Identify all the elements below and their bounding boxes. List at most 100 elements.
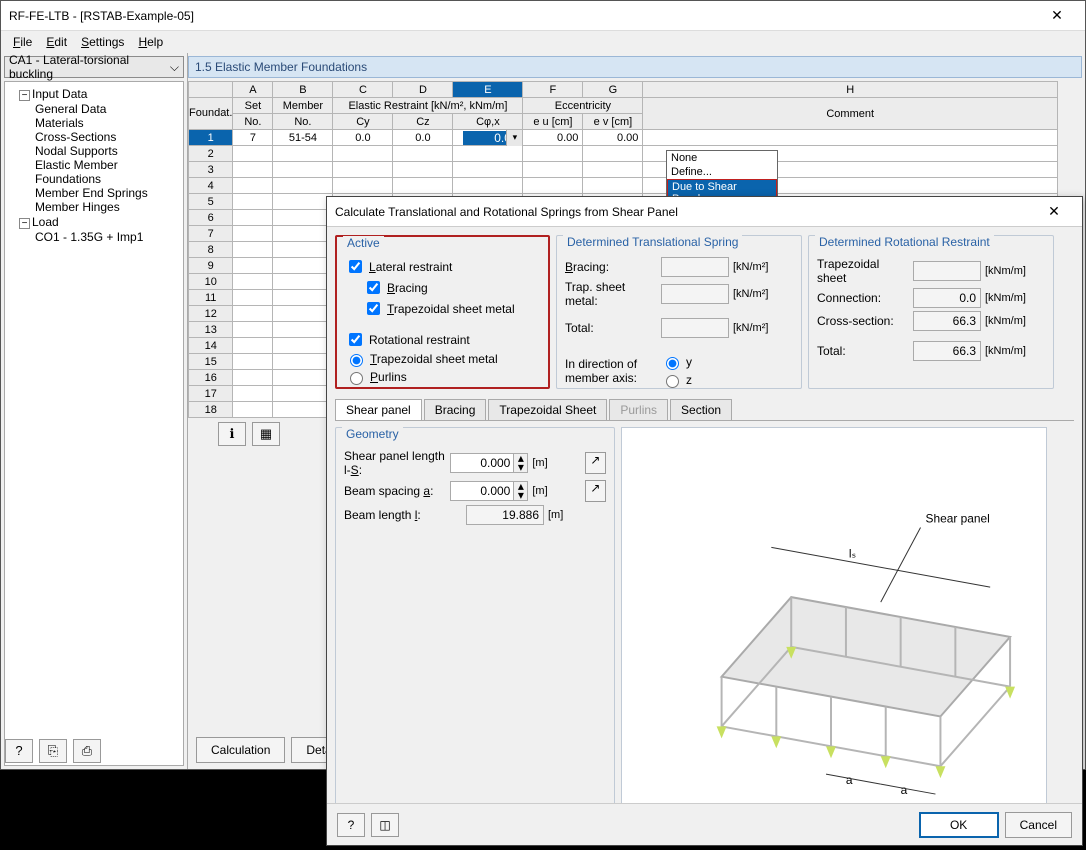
trans-bracing-label: Bracing: xyxy=(565,260,657,274)
dd-none[interactable]: None xyxy=(667,151,777,165)
len-input[interactable] xyxy=(450,453,514,473)
col-g[interactable]: G xyxy=(583,82,643,98)
menu-settings[interactable]: Settings xyxy=(75,33,130,51)
row-3[interactable]: 3 xyxy=(189,162,233,178)
cell-comment[interactable] xyxy=(643,130,1058,146)
import-icon[interactable]: ⎙ xyxy=(73,739,101,763)
tab-trap[interactable]: Trapezoidal Sheet xyxy=(488,399,607,420)
row-12[interactable]: 12 xyxy=(189,306,233,322)
dd-define[interactable]: Define... xyxy=(667,165,777,179)
cell-cz[interactable]: 0.0 xyxy=(393,130,453,146)
row-11[interactable]: 11 xyxy=(189,290,233,306)
cell-cphi[interactable]: 0.0 ▾ xyxy=(453,130,523,146)
col-h[interactable]: H xyxy=(643,82,1058,98)
menu-file[interactable]: File xyxy=(7,33,38,51)
row-2[interactable]: 2 xyxy=(189,146,233,162)
col-e[interactable]: E xyxy=(453,82,523,98)
col-a[interactable]: A xyxy=(233,82,273,98)
spinner-icon[interactable]: ▴▾ xyxy=(514,453,528,473)
rot-cross-val: 66.3 xyxy=(913,311,981,331)
calculation-button[interactable]: Calculation xyxy=(196,737,285,763)
row-9[interactable]: 9 xyxy=(189,258,233,274)
diagram-shear-label: Shear panel xyxy=(926,512,990,526)
cell-member[interactable]: 51-54 xyxy=(273,130,333,146)
nav-tree[interactable]: −Input Data General Data Materials Cross… xyxy=(4,81,184,766)
rtrap-radio[interactable] xyxy=(350,354,363,367)
ok-button[interactable]: OK xyxy=(919,812,999,838)
tree-springs[interactable]: Member End Springs xyxy=(7,186,181,200)
col-b[interactable]: B xyxy=(273,82,333,98)
cell-ev[interactable]: 0.00 xyxy=(583,130,643,146)
chevron-down-icon[interactable]: ▾ xyxy=(506,130,522,146)
row-14[interactable]: 14 xyxy=(189,338,233,354)
unit: [kN/m²] xyxy=(733,288,789,300)
cancel-button[interactable]: Cancel xyxy=(1005,812,1072,838)
expander-icon[interactable]: − xyxy=(19,218,30,229)
cell-set[interactable]: 7 xyxy=(233,130,273,146)
row-5[interactable]: 5 xyxy=(189,194,233,210)
tab-purlins: Purlins xyxy=(609,399,668,420)
dir-y-radio[interactable] xyxy=(666,357,679,370)
tree-load-child[interactable]: CO1 - 1.35G + Imp1 xyxy=(7,230,181,244)
row-13[interactable]: 13 xyxy=(189,322,233,338)
tab-shear[interactable]: Shear panel xyxy=(335,399,422,420)
cell-cphi-value[interactable]: 0.0 xyxy=(463,131,513,145)
tree-hinges[interactable]: Member Hinges xyxy=(7,200,181,214)
pick-icon[interactable]: ↗ xyxy=(585,480,606,502)
tree-load[interactable]: Load xyxy=(32,215,59,229)
pick-icon[interactable]: ↗ xyxy=(585,452,606,474)
row-6[interactable]: 6 xyxy=(189,210,233,226)
tab-section[interactable]: Section xyxy=(670,399,732,420)
unit: [kNm/m] xyxy=(985,345,1041,357)
spacing-input[interactable] xyxy=(450,481,514,501)
col-f[interactable]: F xyxy=(523,82,583,98)
menu-help[interactable]: Help xyxy=(132,33,169,51)
rot-conn-val: 0.0 xyxy=(913,288,981,308)
row-17[interactable]: 17 xyxy=(189,386,233,402)
trap-checkbox[interactable] xyxy=(367,302,380,315)
rot-checkbox[interactable] xyxy=(349,333,362,346)
tree-general[interactable]: General Data xyxy=(7,102,181,116)
trans-group: Determined Translational Spring Bracing:… xyxy=(556,235,802,389)
tree-elastic[interactable]: Elastic Member Foundations xyxy=(7,158,181,186)
col-d[interactable]: D xyxy=(393,82,453,98)
row-1[interactable]: 1 xyxy=(189,130,233,146)
rot-label: Rotational restraint xyxy=(369,333,470,347)
case-combo[interactable]: CA1 - Lateral-torsional buckling ⌵ xyxy=(4,56,184,78)
help-icon[interactable]: ? xyxy=(5,739,33,763)
cell-eu[interactable]: 0.00 xyxy=(523,130,583,146)
help-icon[interactable]: ? xyxy=(337,813,365,837)
row-18[interactable]: 18 xyxy=(189,402,233,418)
row-8[interactable]: 8 xyxy=(189,242,233,258)
diagram-panel: Shear panel lₛ a a xyxy=(621,427,1047,807)
row-7[interactable]: 7 xyxy=(189,226,233,242)
cell-cy[interactable]: 0.0 xyxy=(333,130,393,146)
row-4[interactable]: 4 xyxy=(189,178,233,194)
tool-icon[interactable]: ▦ xyxy=(252,422,280,446)
tree-cross[interactable]: Cross-Sections xyxy=(7,130,181,144)
unit-m: [m] xyxy=(532,457,581,469)
expander-icon[interactable]: − xyxy=(19,90,30,101)
lateral-checkbox[interactable] xyxy=(349,260,362,273)
case-combo-text: CA1 - Lateral-torsional buckling xyxy=(9,53,170,81)
row-10[interactable]: 10 xyxy=(189,274,233,290)
tree-materials[interactable]: Materials xyxy=(7,116,181,130)
dir-z-radio[interactable] xyxy=(666,375,679,388)
close-icon[interactable]: ✕ xyxy=(1034,203,1074,220)
info-icon[interactable]: ℹ xyxy=(218,422,246,446)
units-icon[interactable]: ◫ xyxy=(371,813,399,837)
close-icon[interactable]: ✕ xyxy=(1037,7,1077,24)
spinner-icon[interactable]: ▴▾ xyxy=(514,481,528,501)
tree-nodal[interactable]: Nodal Supports xyxy=(7,144,181,158)
row-15[interactable]: 15 xyxy=(189,354,233,370)
col-c[interactable]: C xyxy=(333,82,393,98)
menu-edit[interactable]: Edit xyxy=(40,33,73,51)
hdr-setno: No. xyxy=(233,114,273,130)
hdr-cphi: Cφ,x xyxy=(453,114,523,130)
tab-bracing[interactable]: Bracing xyxy=(424,399,487,420)
export-icon[interactable]: ⎘ xyxy=(39,739,67,763)
tree-input[interactable]: Input Data xyxy=(32,87,87,101)
bracing-checkbox[interactable] xyxy=(367,281,380,294)
row-16[interactable]: 16 xyxy=(189,370,233,386)
purlins-radio[interactable] xyxy=(350,372,363,385)
